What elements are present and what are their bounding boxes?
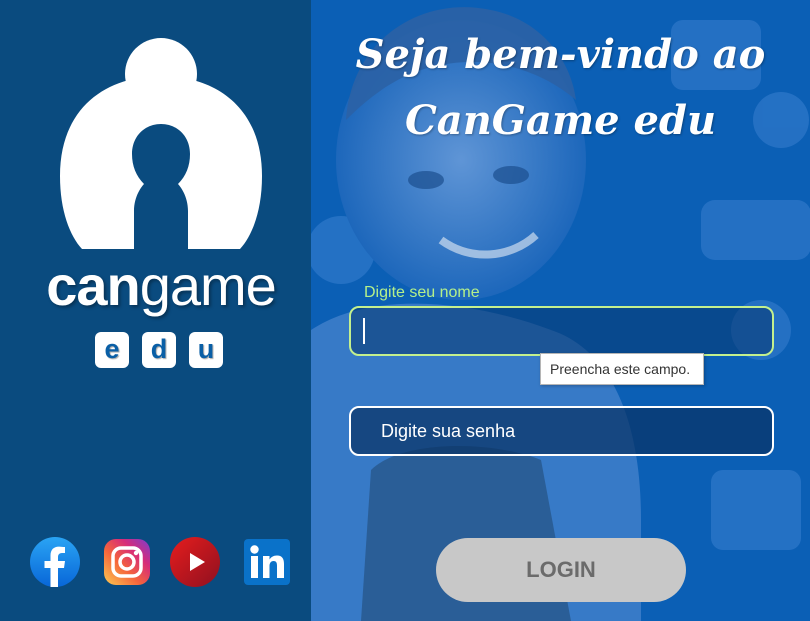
wordmark-bold: can	[46, 254, 140, 317]
validation-tooltip: Preencha este campo.	[540, 353, 704, 385]
edu-letter-u: u	[189, 332, 223, 368]
youtube-icon[interactable]	[170, 537, 220, 587]
edu-letter-e: e	[95, 332, 129, 368]
linkedin-icon[interactable]	[242, 537, 292, 587]
name-input[interactable]	[349, 306, 774, 356]
instagram-icon[interactable]	[102, 537, 152, 587]
wordmark-light: game	[139, 254, 277, 317]
login-button[interactable]: LOGIN	[436, 538, 686, 602]
edu-letter-d: d	[142, 332, 176, 368]
login-panel: Seja bem-vindo ao CanGame edu Digite seu…	[311, 0, 810, 621]
text-caret	[363, 318, 365, 344]
name-field-label: Digite seu nome	[364, 284, 480, 301]
facebook-icon[interactable]	[30, 537, 80, 587]
cangame-wordmark: cangame	[0, 254, 322, 318]
welcome-line-2: CanGame edu	[404, 97, 717, 144]
edu-badge: e d u	[95, 332, 223, 368]
welcome-title: Seja bem-vindo ao CanGame edu	[311, 22, 810, 154]
cangame-logo-icon	[60, 38, 262, 249]
brand-panel: cangame e d u	[0, 0, 311, 621]
password-input[interactable]	[349, 406, 774, 456]
welcome-line-1: Seja bem-vindo ao	[355, 31, 766, 78]
